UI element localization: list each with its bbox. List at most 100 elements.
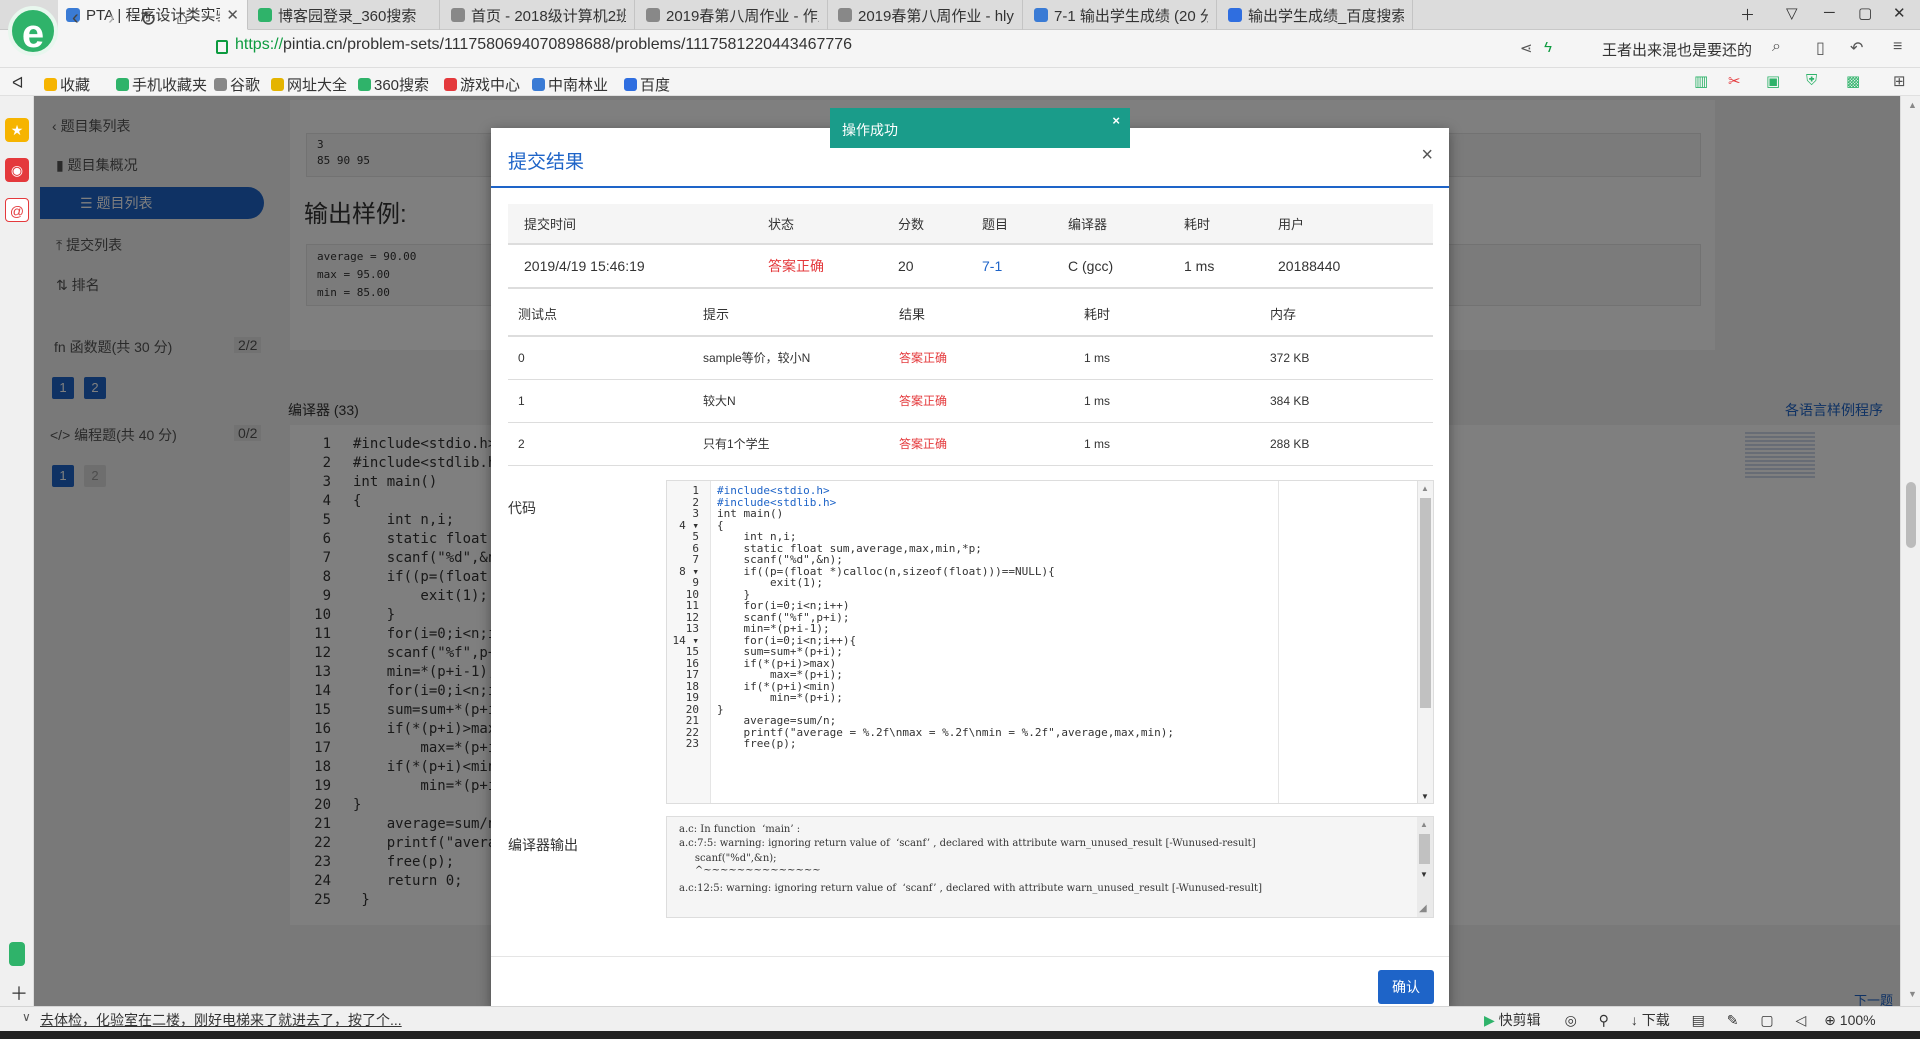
translate-icon[interactable]: ▣ <box>1766 72 1780 90</box>
news-ticker-link[interactable]: 去体检，化验室在二楼，刚好电梯来了就进去了，按了个... <box>40 1010 402 1030</box>
scroll-down-icon[interactable]: ▼ <box>1420 870 1428 879</box>
scroll-up-icon[interactable]: ▲ <box>1421 484 1429 493</box>
browser-tab[interactable]: 2019春第八周作业 - 作业 <box>638 0 828 30</box>
tab-title: 首页 - 2018级计算机2班 - <box>471 7 626 25</box>
modal-close-button[interactable]: × <box>1421 144 1433 167</box>
confirm-button[interactable]: 确认 <box>1378 970 1434 1004</box>
scroll-up-icon[interactable]: ▲ <box>1420 820 1428 829</box>
bookmark-item[interactable]: 360搜索 <box>358 74 429 95</box>
test-cell: 288 KB <box>1260 422 1433 466</box>
mail-icon[interactable]: @ <box>5 198 29 222</box>
test-cell: 较大N <box>693 379 889 423</box>
sound-icon[interactable]: ◁ <box>1795 1012 1806 1028</box>
maximize-icon[interactable]: ▢ <box>1858 4 1872 22</box>
bookmark-icon <box>624 78 637 91</box>
success-toast: 操作成功 × <box>830 108 1130 148</box>
tools-icon[interactable]: ✂ <box>1728 72 1741 90</box>
tab-favicon-icon <box>1034 8 1048 22</box>
download-label[interactable]: 下载 <box>1642 1012 1670 1028</box>
pin-icon[interactable]: ⚲ <box>1599 1012 1609 1028</box>
test-cell: 1 ms <box>1074 422 1260 466</box>
bookmark-item[interactable]: 网址大全 <box>271 74 347 95</box>
url-scheme: https:// <box>235 36 284 53</box>
browser-logo-icon[interactable]: e <box>8 6 58 56</box>
sidebar-toggle-icon[interactable]: ᐊ <box>12 74 24 92</box>
zoom-icon[interactable]: ⊕ <box>1824 1012 1836 1028</box>
game-icon[interactable]: ▩ <box>1846 72 1860 90</box>
browser-tab[interactable]: 2019春第八周作业 - hlyw <box>830 0 1023 30</box>
bookmark-item[interactable]: 中南林业 <box>532 74 608 95</box>
battery-icon[interactable] <box>9 942 25 966</box>
clip-icon[interactable]: ▶ <box>1484 1012 1495 1028</box>
window-icon[interactable]: ▢ <box>1760 1012 1773 1028</box>
output-scrollbar[interactable]: ▲ ▼ ◢ <box>1417 817 1433 917</box>
home-icon[interactable]: ⌂ <box>176 7 188 30</box>
submission-result-modal: 提交结果 × 提交时间 状态 分数 题目 编译器 耗时 用户 2019/4/19 15:46… <box>491 128 1449 1008</box>
code-scrollbar[interactable]: ▲ ▼ <box>1417 481 1433 803</box>
edit-icon[interactable]: ✎ <box>1727 1012 1739 1028</box>
bookmark-item[interactable]: 游戏中心 <box>444 74 520 95</box>
speed-icon[interactable]: ϟ <box>1544 39 1552 56</box>
tab-favicon-icon <box>451 8 465 22</box>
bookmark-item[interactable]: 手机收藏夹 <box>116 74 207 95</box>
search-hint[interactable]: 王者出来混也是要还的 <box>1602 39 1752 60</box>
add-icon[interactable]: ＋ <box>10 980 28 1006</box>
scroll-down-icon[interactable]: ▼ <box>1908 989 1917 999</box>
extension-strip <box>0 96 34 1006</box>
apps-icon[interactable]: ⊞ <box>1893 72 1906 90</box>
page-scrollbar[interactable]: ▲ ▼ <box>1900 96 1920 1006</box>
scrollbar-thumb[interactable] <box>1906 482 1916 548</box>
tab-close-icon[interactable]: ✕ <box>226 6 239 24</box>
submitted-code-viewer[interactable]: 1234 ▾ 5 6 7 8 ▾ 9 10 11 12 13 14 ▾ 15 16 17 18 19 20 21 2… <box>666 480 1434 804</box>
summary-header-cell: 用户 <box>1278 204 1433 245</box>
grid-icon[interactable]: ▤ <box>1692 1012 1705 1028</box>
download-icon[interactable]: ↓ <box>1631 1012 1638 1028</box>
forward-icon[interactable]: › <box>108 7 115 30</box>
bookmark-item[interactable]: 谷歌 <box>214 74 260 95</box>
compiler-output-line: a.c: In function ‘main’ : <box>679 824 801 835</box>
clip-label[interactable]: 快剪辑 <box>1499 1012 1541 1028</box>
url-path: pintia.cn/problem-sets/11175806940708986… <box>283 36 853 53</box>
search-icon[interactable]: ⌕ <box>1772 38 1781 56</box>
bookmark-item[interactable]: 收藏 <box>44 74 90 95</box>
bookmark-item[interactable]: 百度 <box>624 74 670 95</box>
problem-link[interactable]: 7-1 <box>982 244 1068 289</box>
browser-tab[interactable]: 博客园登录_360搜索 <box>250 0 440 30</box>
restore-icon[interactable]: ▽ <box>1786 4 1798 22</box>
table-row: 1 较大N 答案正确 1 ms 384 KB <box>508 379 1433 423</box>
tab-favicon-icon <box>838 8 852 22</box>
reader-icon[interactable]: ▯ <box>1816 38 1825 58</box>
table-row: 2 只有1个学生 答案正确 1 ms 288 KB <box>508 422 1433 466</box>
shield-icon[interactable]: ⛨ <box>1806 72 1817 89</box>
toast-close-button[interactable]: × <box>1112 113 1120 128</box>
code-scrollbar-thumb[interactable] <box>1420 498 1431 708</box>
close-window-icon[interactable]: ✕ <box>1893 4 1906 22</box>
test-header-cell: 耗时 <box>1074 291 1260 337</box>
weibo-icon[interactable]: ◉ <box>5 158 29 182</box>
menu-icon[interactable]: ≡ <box>1893 38 1902 56</box>
minimize-icon[interactable]: ─ <box>1824 4 1835 21</box>
bookmark-label: 手机收藏夹 <box>132 77 208 94</box>
output-scrollbar-thumb[interactable] <box>1419 834 1430 864</box>
share-icon[interactable]: ⋖ <box>1520 39 1533 57</box>
zoom-level[interactable]: 100% <box>1840 1012 1876 1028</box>
undo-icon[interactable]: ↶ <box>1850 38 1863 58</box>
compiler-output-box[interactable]: a.c: In function ‘main’ : a.c:7:5: warnin… <box>666 816 1434 918</box>
address-bar[interactable]: https://pintia.cn/problem-sets/111758069… <box>235 36 852 54</box>
scroll-down-icon[interactable]: ▼ <box>1421 792 1429 801</box>
browser-tab[interactable]: 输出学生成绩_百度搜索 <box>1220 0 1413 30</box>
reload-icon[interactable]: ↻ <box>140 7 157 32</box>
browser-tab[interactable]: 首页 - 2018级计算机2班 - <box>443 0 635 30</box>
chevron-down-icon[interactable]: ∨ <box>22 1010 31 1024</box>
new-tab-icon[interactable]: ＋ <box>1740 4 1755 25</box>
browser-tab[interactable]: 7-1 输出学生成绩 (20 分) <box>1026 0 1217 30</box>
scroll-up-icon[interactable]: ▲ <box>1908 100 1917 110</box>
favorite-star-icon[interactable]: ★ <box>5 118 29 142</box>
code-line: min=*(p+i); <box>717 691 843 704</box>
reading-icon[interactable]: ▥ <box>1694 72 1708 90</box>
back-icon[interactable]: ‹ <box>72 7 79 30</box>
resize-handle-icon[interactable]: ◢ <box>1419 903 1427 914</box>
test-cell: sample等价，较小N <box>693 336 889 380</box>
speed-dial-icon[interactable]: ◎ <box>1565 1012 1577 1028</box>
code-gutter: 1234 ▾ 5 6 7 8 ▾ 9 10 11 12 13 14 ▾ 15 16 17 18 19 20 21 2… <box>667 481 711 803</box>
